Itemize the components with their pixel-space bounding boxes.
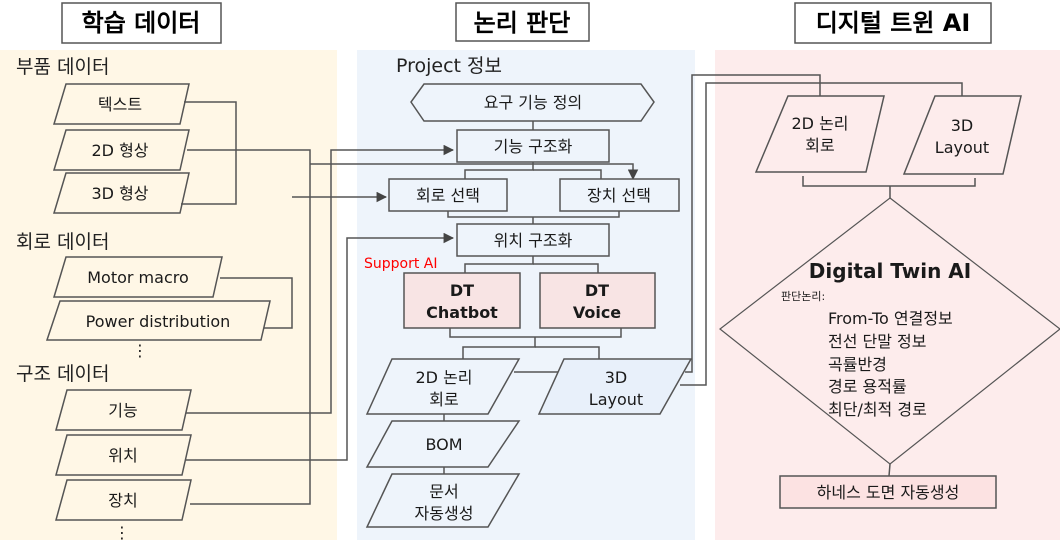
dt-2d-circuit-line2: 회로 <box>805 136 834 155</box>
dt-voice-node[interactable]: DT Voice <box>539 272 656 329</box>
header-learning: 학습 데이터 <box>61 2 222 44</box>
device-select-label: 장치 선택 <box>587 186 651 205</box>
function-structuring-node: 기능 구조화 <box>456 129 610 163</box>
diagram-canvas: 학습 데이터 논리 판단 디지털 트윈 AI 부품 데이터 텍스트 2D 형상 … <box>0 2 1060 540</box>
dt-3d-layout-line2: Layout <box>935 138 989 157</box>
dt-decision-item-1: From-To 연결정보 <box>828 309 953 328</box>
location-structuring-label: 위치 구조화 <box>494 231 573 250</box>
dt-chatbot-line1: DT <box>450 281 474 300</box>
circuit-item-power-distribution: Power distribution <box>45 300 271 341</box>
doc-autogen-line2: 자동생성 <box>415 504 474 523</box>
harness-autogen-label: 하네스 도면 자동생성 <box>817 483 960 502</box>
header-dt: 디지털 트윈 AI <box>794 2 992 44</box>
circuit-ellipsis: ⋮ <box>132 341 148 360</box>
structure-item-device-label: 장치 <box>108 491 137 510</box>
requirement-definition-node: 요구 기능 정의 <box>410 83 655 122</box>
dt-decision-item-3: 곡률반경 <box>828 355 887 374</box>
logic-3d-layout-line2: Layout <box>589 390 643 409</box>
bom-label: BOM <box>425 435 462 454</box>
parts-item-2d-label: 2D 형상 <box>91 141 148 160</box>
dt-decision-item-4: 경로 용적률 <box>828 377 907 396</box>
header-logic: 논리 판단 <box>455 2 590 42</box>
structure-item-device: 장치 <box>55 479 192 521</box>
structure-item-location-label: 위치 <box>108 446 137 465</box>
parts-section-label: 부품 데이터 <box>16 56 109 78</box>
function-structuring-label: 기능 구조화 <box>494 137 573 156</box>
structure-ellipsis: ⋮ <box>114 523 130 540</box>
location-structuring-node: 위치 구조화 <box>456 223 610 257</box>
doc-autogen-line1: 문서 <box>429 482 458 501</box>
project-info-label: Project 정보 <box>396 55 502 77</box>
parts-item-2d-shape: 2D 형상 <box>52 129 190 171</box>
circuit-section-label: 회로 데이터 <box>16 231 109 253</box>
circuit-select-node: 회로 선택 <box>388 178 508 212</box>
dt-decision-item-5: 최단/최적 경로 <box>828 400 927 419</box>
logic-2d-circuit-line2: 회로 <box>429 390 458 409</box>
logic-2d-circuit-line1: 2D 논리 <box>415 368 472 387</box>
circuit-item-motor-macro: Motor macro <box>52 256 223 298</box>
circuit-item-power-label: Power distribution <box>86 312 231 331</box>
requirement-definition-label: 요구 기능 정의 <box>484 93 583 112</box>
dt-decision-title: Digital Twin AI <box>809 259 971 283</box>
support-ai-label: Support AI <box>364 256 438 272</box>
parts-item-3d-shape: 3D 형상 <box>52 172 190 214</box>
dt-decision-subtitle: 판단논리: <box>781 290 825 303</box>
structure-section-label: 구조 데이터 <box>16 363 109 385</box>
logic-3d-layout-line1: 3D <box>605 368 628 387</box>
harness-autogen-node[interactable]: 하네스 도면 자동생성 <box>779 475 997 509</box>
circuit-item-motor-label: Motor macro <box>87 268 189 287</box>
dt-2d-circuit-line1: 2D 논리 <box>791 114 848 133</box>
structure-item-function: 기능 <box>55 389 192 431</box>
parts-item-text-label: 텍스트 <box>98 95 142 114</box>
circuit-select-label: 회로 선택 <box>416 186 480 205</box>
parts-item-text: 텍스트 <box>52 83 190 125</box>
dt-3d-layout-line1: 3D <box>951 116 974 135</box>
dt-chatbot-node[interactable]: DT Chatbot <box>403 272 521 329</box>
header-logic-text: 논리 판단 <box>474 9 571 37</box>
parts-item-3d-label: 3D 형상 <box>91 184 148 203</box>
dt-voice-line1: DT <box>585 281 609 300</box>
structure-item-function-label: 기능 <box>108 401 137 420</box>
device-select-node: 장치 선택 <box>559 178 680 212</box>
dt-chatbot-line2: Chatbot <box>426 303 498 322</box>
dt-decision-item-2: 전선 단말 정보 <box>828 332 927 351</box>
header-dt-text: 디지털 트윈 AI <box>816 9 971 37</box>
header-learning-text: 학습 데이터 <box>82 9 201 37</box>
dt-voice-line2: Voice <box>573 303 621 322</box>
structure-item-location: 위치 <box>55 434 192 476</box>
